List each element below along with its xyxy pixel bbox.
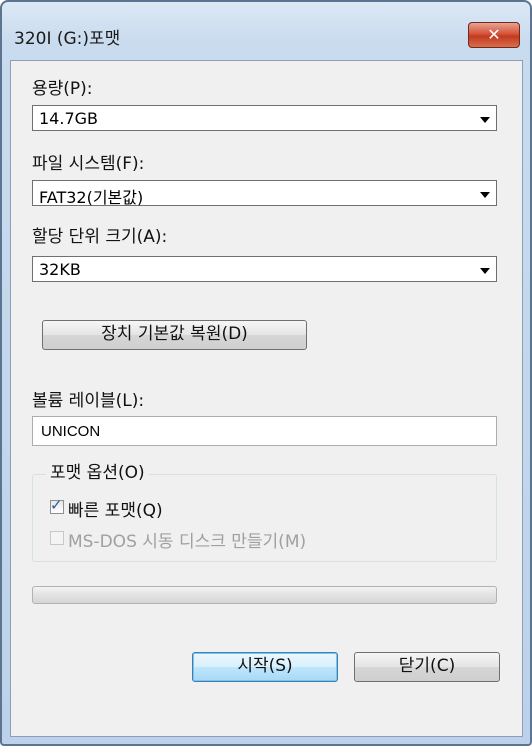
- format-options-legend: 포맷 옵션(O): [46, 458, 149, 483]
- chevron-down-icon: [480, 117, 490, 123]
- start-button[interactable]: 시작(S): [192, 652, 338, 682]
- msdos-startup-checkbox: [50, 531, 64, 545]
- close-window-button[interactable]: ✕: [468, 22, 520, 48]
- allocation-size-select[interactable]: 32KB: [32, 256, 497, 282]
- close-button[interactable]: 닫기(C): [354, 652, 500, 682]
- checkmark-icon: ✓: [50, 496, 63, 514]
- quick-format-checkbox[interactable]: ✓: [50, 496, 64, 514]
- capacity-label: 용량(P):: [32, 79, 93, 99]
- volume-label-label: 볼륨 레이블(L):: [32, 391, 145, 411]
- filesystem-label: 파일 시스템(F):: [32, 154, 145, 174]
- restore-defaults-button[interactable]: 장치 기본값 복원(D): [42, 320, 307, 350]
- quick-format-label[interactable]: 빠른 포맷(Q): [68, 496, 163, 521]
- chevron-down-icon: [480, 192, 490, 198]
- capacity-select[interactable]: 14.7GB: [32, 105, 497, 131]
- format-progress-bar: [32, 586, 497, 604]
- volume-label-input[interactable]: UNICON: [32, 416, 497, 446]
- capacity-value: 14.7GB: [39, 109, 98, 128]
- filesystem-value: FAT32(기본값): [39, 188, 144, 207]
- window-title: 320I (G:)포맷: [14, 29, 121, 49]
- msdos-startup-label: MS-DOS 시동 디스크 만들기(M): [68, 532, 307, 552]
- close-icon: ✕: [487, 25, 501, 44]
- chevron-down-icon: [480, 268, 490, 274]
- filesystem-select[interactable]: FAT32(기본값): [32, 180, 497, 207]
- volume-label-value: UNICON: [41, 423, 101, 440]
- allocation-size-value: 32KB: [39, 260, 81, 279]
- allocation-size-label: 할당 단위 크기(A):: [32, 227, 168, 247]
